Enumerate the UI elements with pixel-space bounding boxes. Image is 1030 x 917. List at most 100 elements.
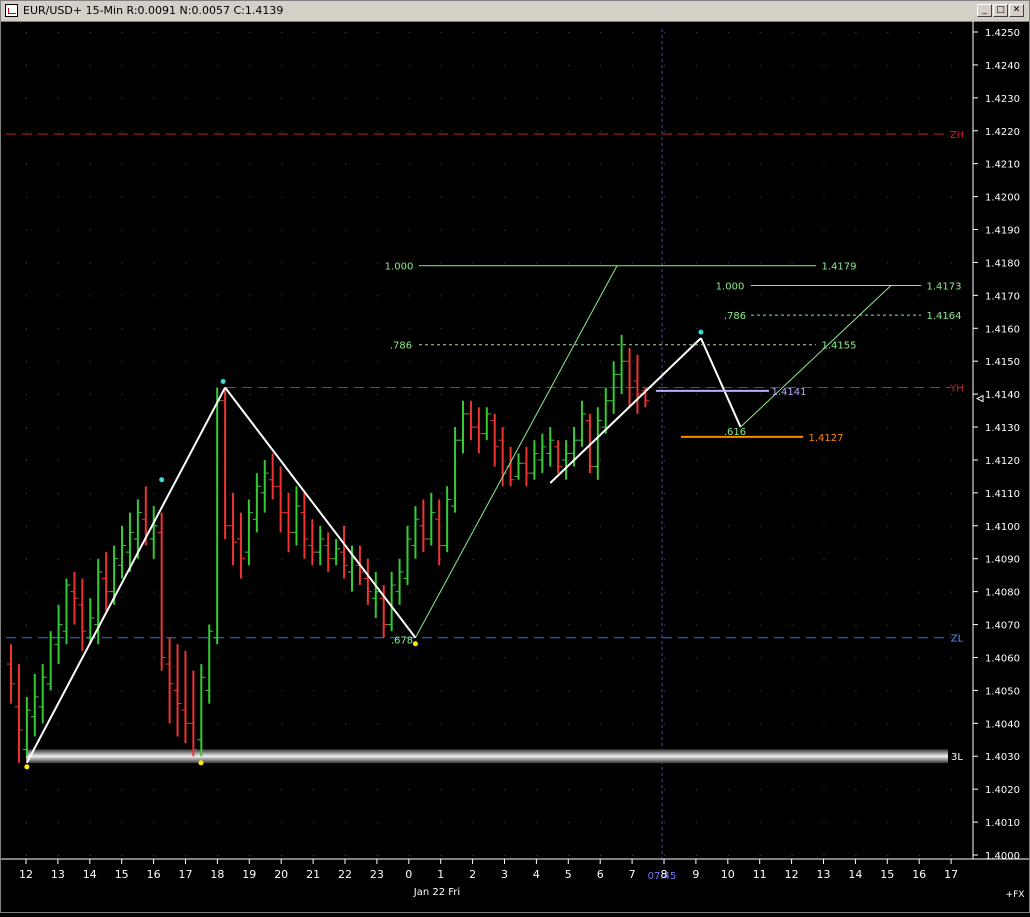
grid-dot [121,64,123,66]
grid-dot [759,97,761,99]
grid-dot [887,295,889,297]
grid-dot [823,328,825,330]
grid-dot [26,130,27,132]
grid-dot [855,97,857,99]
swing-line [699,337,742,428]
y-tick-label: 1.4200 [985,193,1020,204]
minimize-button[interactable]: _ [977,4,992,17]
grid-dot [26,427,27,429]
grid-dot [919,32,921,33]
maximize-button[interactable]: □ [993,4,1008,17]
grid-dot [185,328,187,330]
grid-dot [664,723,665,725]
chart-area[interactable]: 07:45 ZH YH ZL 3L 1.000 1.4179.786 1.4155 1.000… [1,21,1029,912]
swing-line [25,387,226,764]
grid-dot [632,32,634,33]
grid-dot [664,558,665,560]
grid-dot [855,32,857,33]
grid-dot [695,229,697,231]
y-tick-label: 1.4020 [985,785,1020,796]
grid-dot [759,624,761,626]
grid-dot [26,558,27,560]
grid-dot [664,657,665,659]
grid-dot [951,855,953,856]
grid-dot [504,492,506,494]
grid-dot [408,789,410,791]
grid-dot [249,32,251,33]
grid-dot [951,723,953,725]
y-tick-label: 1.4060 [985,653,1020,664]
grid-dot [281,657,283,659]
y-tick-label: 1.4170 [985,291,1020,302]
grid-dot [759,262,761,264]
grid-dot [153,558,155,560]
grid-dot [121,624,123,626]
grid-dot [121,394,123,396]
title-bar[interactable]: EUR/USD+ 15-Min R:0.0091 N:0.0057 C:1.41… [1,1,1029,22]
x-tick-label: 22 [338,868,352,881]
grid-dot [727,855,729,856]
grid-dot [600,558,602,560]
grid-dot [57,690,59,692]
grid-dot [600,130,602,132]
grid-dot [664,130,665,132]
grid-dot [345,558,346,560]
grid-dot [536,295,538,297]
grid-dot [887,262,889,264]
grid-dot [568,558,570,560]
grid-dot [26,459,27,461]
grid-dot [919,459,921,461]
grid-dot [153,789,155,791]
grid-dot [919,525,921,527]
grid-dot [472,492,474,494]
grid-dot [727,459,729,461]
price-chart[interactable]: 07:45ZHYHZL3L 1.000 1.4179.786 1.41551.000… [1,21,1029,912]
grid-dot [759,130,761,132]
grid-dot [600,459,602,461]
grid-dot [664,262,665,264]
x-tick-label: 15 [880,868,894,881]
grid-dot [823,97,825,99]
grid-dot [185,196,187,198]
grid-dots [26,32,953,856]
y-tick-label: 1.4140 [985,390,1020,401]
grid-dot [408,295,410,297]
grid-dot [345,459,346,461]
y-tick-label: 1.4110 [985,489,1020,500]
grid-dot [408,822,410,824]
chart-app-icon[interactable] [5,4,18,17]
grid-dot [951,789,953,791]
grid-dot [26,822,27,824]
grid-dot [249,459,251,461]
grid-dot [153,361,155,363]
grid-dot [632,525,634,527]
grid-dot [153,130,155,132]
grid-dot [695,459,697,461]
grid-dot [57,196,59,198]
grid-dot [568,723,570,725]
grid-dot [664,690,665,692]
grid-dot [919,262,921,264]
grid-dot [600,32,602,33]
grid-dot [345,657,346,659]
grid-dot [887,328,889,330]
grid-dot [281,32,283,33]
grid-dot [600,328,602,330]
close-button[interactable]: ✕ [1009,4,1024,17]
fib-right-786-ratio-label: .786 [724,311,746,322]
grid-dot [919,591,921,593]
grid-dot [887,32,889,33]
grid-dot [440,657,442,659]
grid-dot [89,690,91,692]
grid-dot [664,459,665,461]
grid-dot [791,855,793,856]
grid-dot [695,525,697,527]
fib-786-ratio-label: .786 [390,341,412,352]
grid-dot [727,690,729,692]
grid-dot [823,361,825,363]
grid-dot [664,394,665,396]
grid-dot [951,822,953,824]
grid-dot [568,459,570,461]
entry-price-label: 1.4141 [772,387,807,398]
grid-dot [121,492,123,494]
